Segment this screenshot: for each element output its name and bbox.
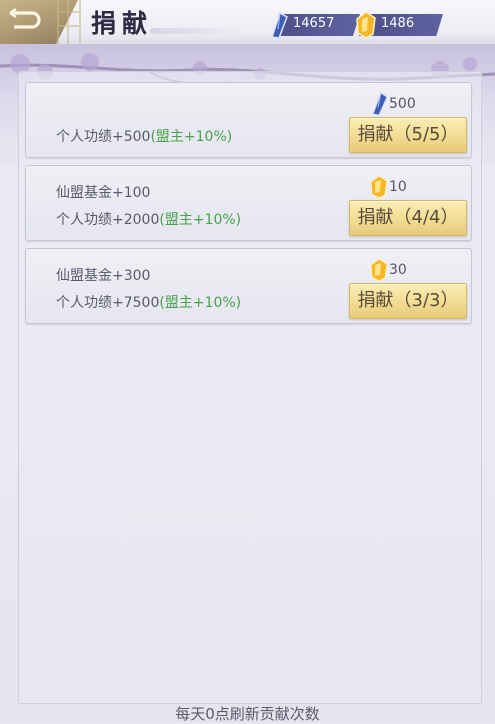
- page-title: 捐献: [91, 9, 154, 38]
- cost-display: 30: [369, 258, 459, 282]
- cost-display: 500: [369, 92, 459, 116]
- donate-button[interactable]: 捐献（4/4）: [349, 200, 467, 236]
- donate-button[interactable]: 捐献（3/3）: [349, 283, 467, 319]
- personal-merit-text: 个人功绩+500: [56, 129, 151, 145]
- blue-crystal-icon: [271, 11, 288, 39]
- leader-bonus-text: (盟主+10%): [150, 129, 233, 145]
- personal-merit-text: 个人功绩+7500: [56, 295, 160, 311]
- cost-amount: 30: [389, 262, 407, 278]
- donation-card-gem-small: 仙盟基金+100 个人功绩+2000(盟主+10%) 10 捐献（4/4）: [25, 165, 472, 241]
- cost-amount: 500: [389, 96, 416, 112]
- lattice-ornament: [57, 0, 81, 44]
- gold-gem-icon: [356, 11, 376, 39]
- gem-balance: 1486: [381, 16, 415, 31]
- leader-bonus-text: (盟主+10%): [159, 212, 242, 228]
- donation-card-crystal: 个人功绩+500(盟主+10%) 500 捐献（5/5）: [25, 82, 472, 158]
- personal-merit-line: 个人功绩+500(盟主+10%): [56, 126, 232, 146]
- title-brush-decoration: [150, 28, 240, 34]
- refresh-note: 每天0点刷新贡献次数: [175, 705, 320, 723]
- leader-bonus-text: (盟主+10%): [159, 295, 242, 311]
- gold-gem-icon: [370, 175, 388, 199]
- donation-card-gem-large: 仙盟基金+300 个人功绩+7500(盟主+10%) 30 捐献（3/3）: [25, 248, 472, 324]
- personal-merit-line: 个人功绩+2000(盟主+10%): [56, 209, 241, 229]
- blue-crystal-icon: [372, 92, 388, 116]
- cost-amount: 10: [389, 179, 407, 195]
- alliance-fund-text: 仙盟基金+100: [56, 185, 151, 201]
- donate-button[interactable]: 捐献（5/5）: [349, 117, 467, 153]
- gold-gem-icon: [370, 258, 388, 282]
- back-arrow-icon: [9, 7, 41, 29]
- alliance-fund-text: 仙盟基金+300: [56, 268, 151, 284]
- top-bar: 捐献 14657 1486: [0, 0, 495, 49]
- crystal-balance: 14657: [293, 16, 335, 31]
- personal-merit-line: 个人功绩+7500(盟主+10%): [56, 292, 241, 312]
- personal-merit-text: 个人功绩+2000: [56, 212, 160, 228]
- cost-display: 10: [369, 175, 459, 199]
